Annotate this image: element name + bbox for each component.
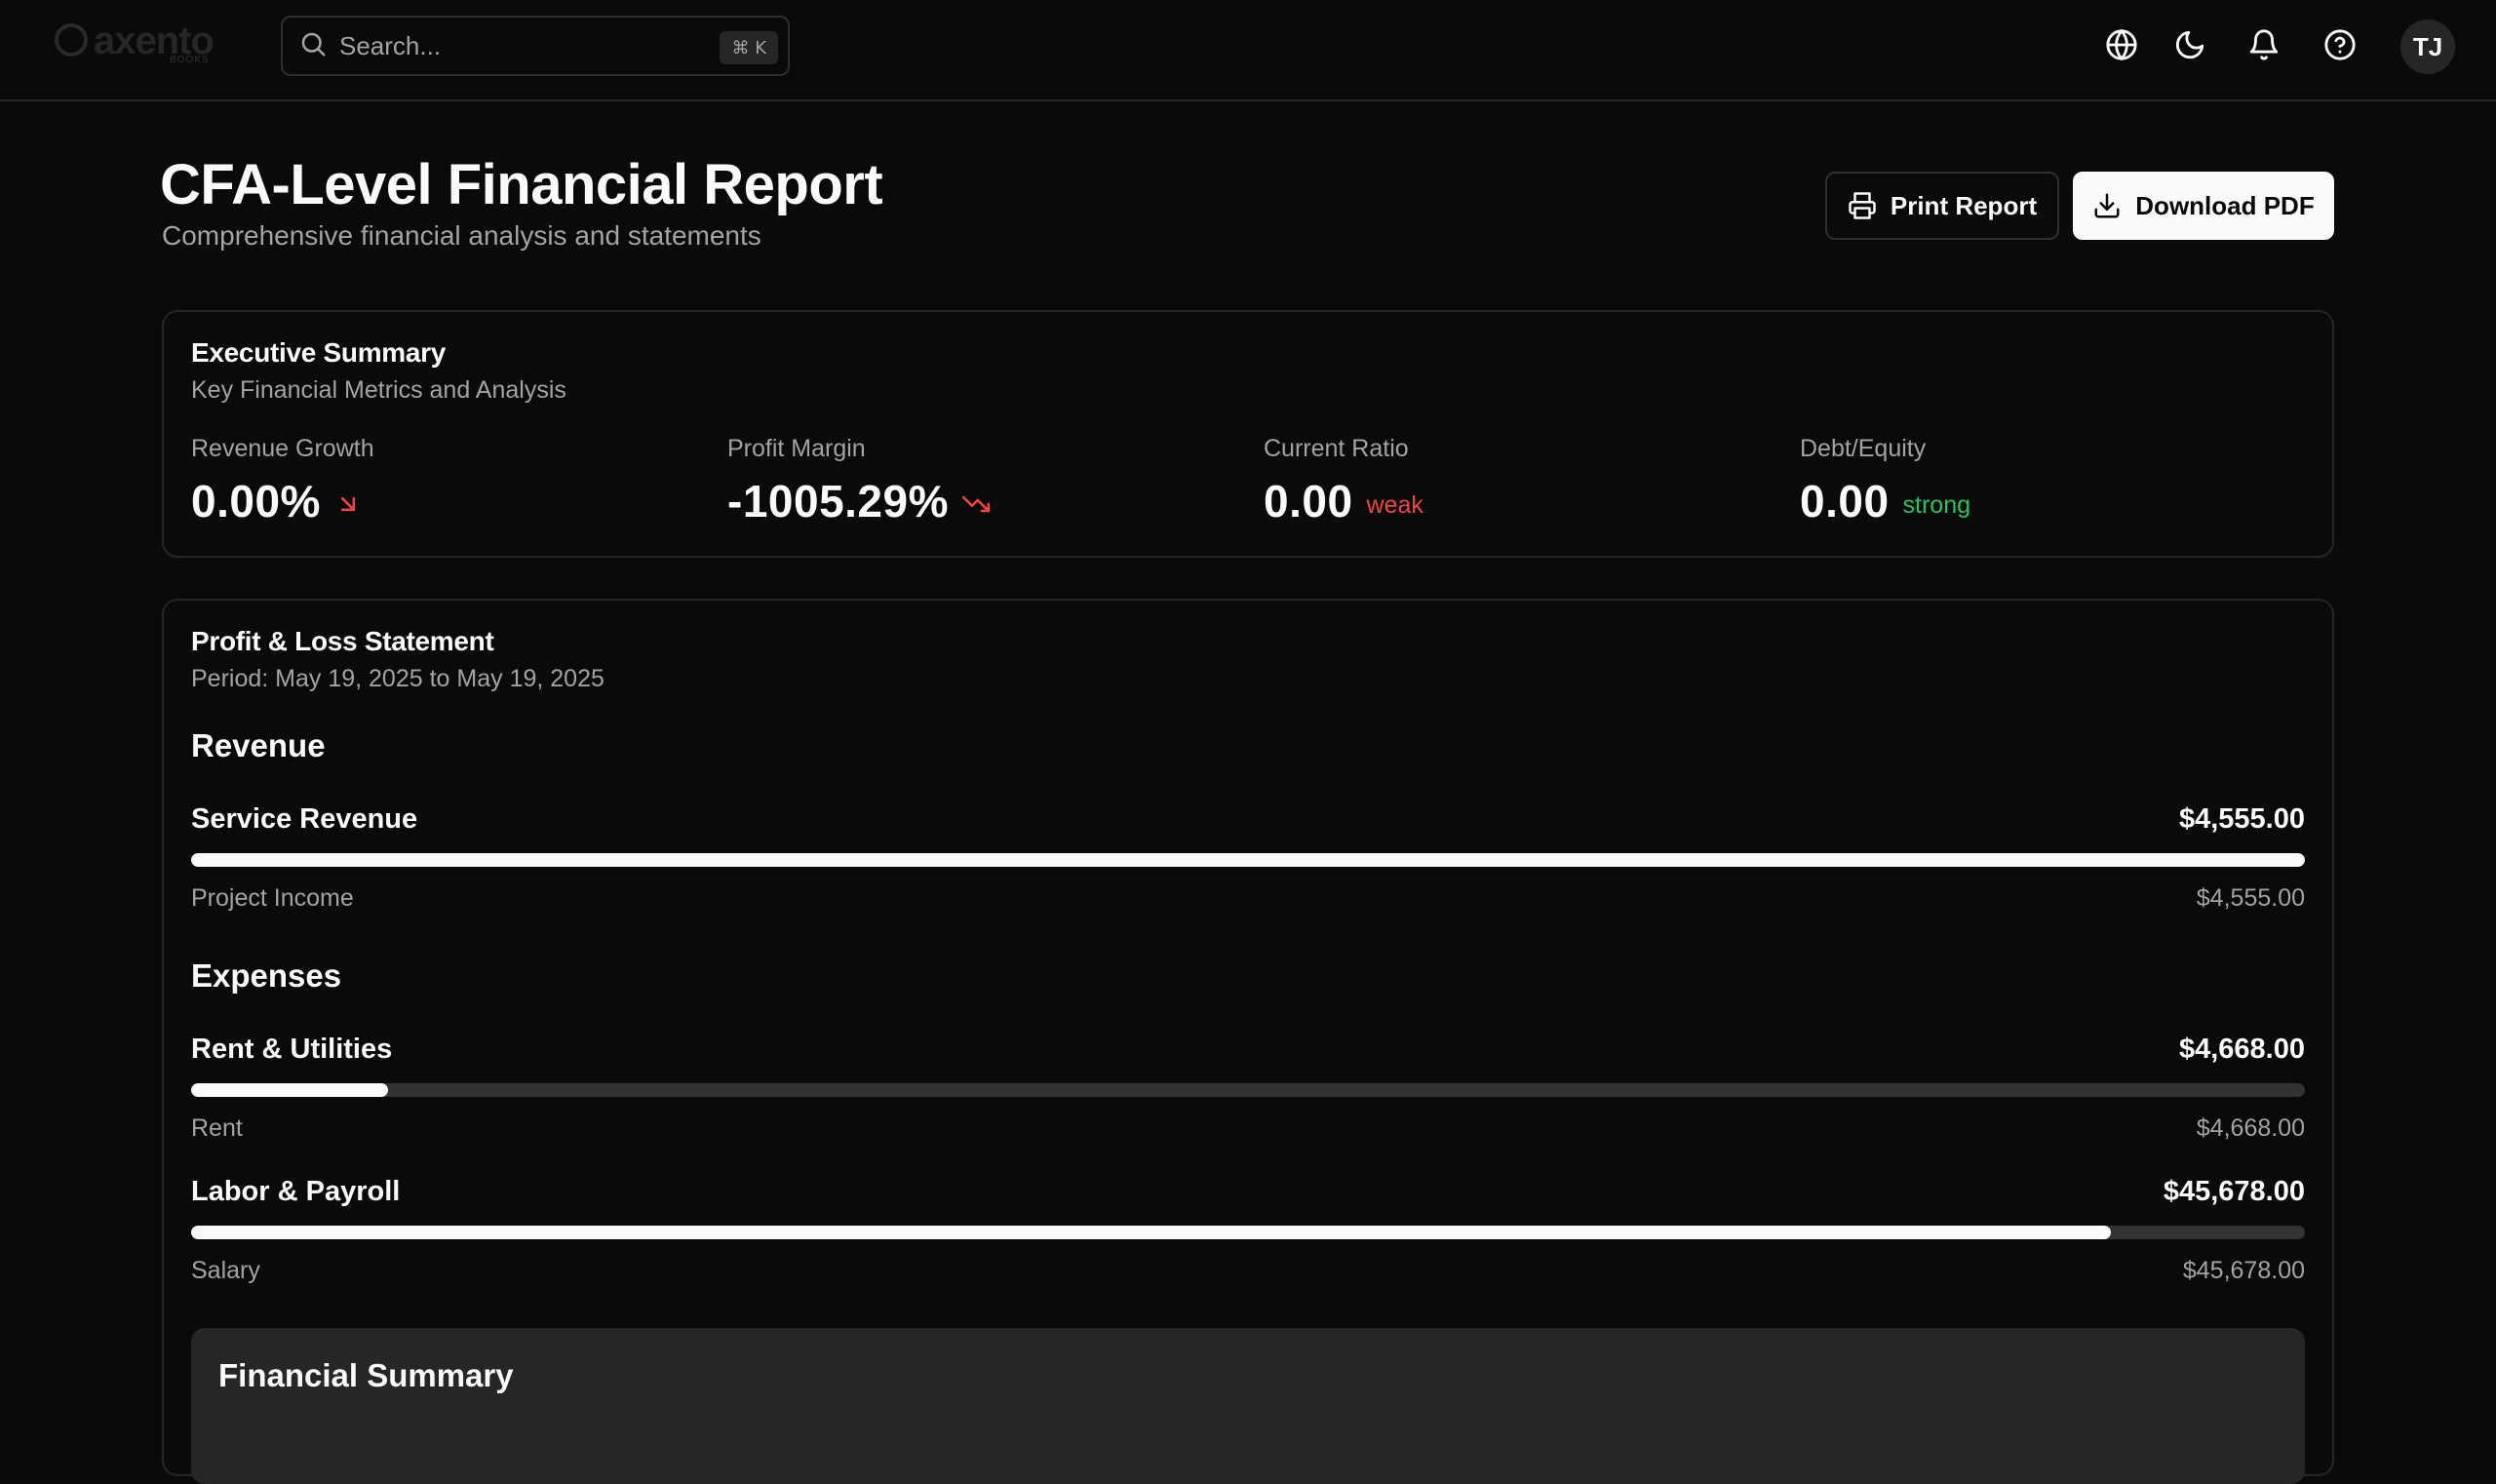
metric-value: -1005.29% (727, 476, 949, 527)
trending-down-icon (962, 495, 990, 513)
arrow-down-right-icon (340, 496, 356, 512)
logo-mark-icon (55, 23, 88, 57)
print-report-label: Print Report (1890, 190, 2038, 220)
app-logo[interactable]: axento BOOKS (55, 20, 220, 68)
top-navigation-bar: axento BOOKS ⌘ K TJ (0, 0, 2496, 101)
revenue-heading: Revenue (191, 727, 326, 763)
financial-summary-panel: Financial Summary (191, 1328, 2305, 1484)
metric-debt-equity: Debt/Equity 0.00 strong (1800, 435, 2287, 527)
download-pdf-label: Download PDF (2135, 190, 2315, 220)
line-item-name: Labor & Payroll (191, 1176, 401, 1207)
printer-icon (1849, 192, 1876, 219)
executive-summary-title: Executive Summary (191, 337, 447, 368)
line-item-rent-utilities: Rent & Utilities $4,668.00 Rent $4,668.0… (191, 1034, 2305, 1143)
metric-value: 0.00% (191, 476, 321, 527)
progress-bar (191, 1083, 2305, 1097)
metric-value: 0.00 (1800, 476, 1890, 527)
metric-label: Debt/Equity (1800, 435, 1927, 462)
profit-loss-title: Profit & Loss Statement (191, 626, 494, 656)
globe-icon (2106, 28, 2137, 61)
search-icon (298, 29, 328, 63)
progress-bar (191, 1226, 2305, 1239)
progress-bar-fill (191, 853, 2305, 867)
metric-revenue-growth: Revenue Growth 0.00% (191, 435, 679, 527)
status-badge-strong: strong (1902, 490, 1971, 519)
progress-bar-fill (191, 1226, 2111, 1239)
line-item-name: Rent & Utilities (191, 1034, 393, 1065)
page-title: CFA-Level Financial Report (160, 153, 883, 216)
line-item-labor-payroll: Labor & Payroll $45,678.00 Salary $45,67… (191, 1176, 2305, 1285)
line-item-amount: $45,678.00 (2163, 1176, 2305, 1207)
download-pdf-button[interactable]: Download PDF (2073, 172, 2334, 240)
line-item-amount: $4,555.00 (2178, 803, 2305, 835)
expenses-heading: Expenses (191, 957, 342, 994)
profit-loss-card: Profit & Loss Statement Period: May 19, … (162, 599, 2334, 1484)
status-badge-weak: weak (1366, 490, 1424, 519)
help-circle-icon (2324, 29, 2356, 60)
search-box[interactable]: ⌘ K (281, 16, 790, 76)
metric-current-ratio: Current Ratio 0.00 weak (1264, 435, 1751, 527)
line-item-name: Service Revenue (191, 803, 418, 835)
metric-label: Profit Margin (727, 435, 866, 462)
search-shortcut-badge: ⌘ K (720, 31, 778, 64)
page-subtitle: Comprehensive financial analysis and sta… (162, 220, 761, 251)
sub-item-name: Project Income (191, 884, 354, 912)
progress-bar-fill (191, 1083, 388, 1097)
theme-toggle-button[interactable] (2170, 25, 2209, 64)
sub-item-name: Salary (191, 1257, 260, 1284)
print-report-button[interactable]: Print Report (1825, 172, 2059, 240)
notifications-button[interactable] (2244, 25, 2283, 64)
metric-label: Revenue Growth (191, 435, 374, 462)
logo-subtext: BOOKS (170, 55, 210, 65)
moon-icon (2175, 30, 2204, 59)
user-avatar[interactable]: TJ (2400, 20, 2455, 74)
sub-item-amount: $4,555.00 (2196, 884, 2305, 912)
executive-summary-description: Key Financial Metrics and Analysis (191, 376, 566, 404)
download-icon (2094, 193, 2120, 218)
progress-bar (191, 853, 2305, 867)
executive-summary-card: Executive Summary Key Financial Metrics … (162, 310, 2334, 558)
line-item-amount: $4,668.00 (2178, 1034, 2305, 1065)
metric-label: Current Ratio (1264, 435, 1409, 462)
help-button[interactable] (2320, 25, 2360, 64)
bell-icon (2249, 29, 2279, 60)
language-button[interactable] (2102, 25, 2141, 64)
sub-item-amount: $4,668.00 (2196, 1114, 2305, 1142)
search-input[interactable] (339, 30, 710, 61)
financial-summary-title: Financial Summary (218, 1357, 514, 1393)
metric-profit-margin: Profit Margin -1005.29% (727, 435, 1215, 527)
profit-loss-period: Period: May 19, 2025 to May 19, 2025 (191, 665, 604, 692)
sub-item-name: Rent (191, 1114, 243, 1142)
metric-value: 0.00 (1264, 476, 1353, 527)
sub-item-amount: $45,678.00 (2182, 1257, 2305, 1284)
line-item-service-revenue: Service Revenue $4,555.00 Project Income… (191, 803, 2305, 913)
